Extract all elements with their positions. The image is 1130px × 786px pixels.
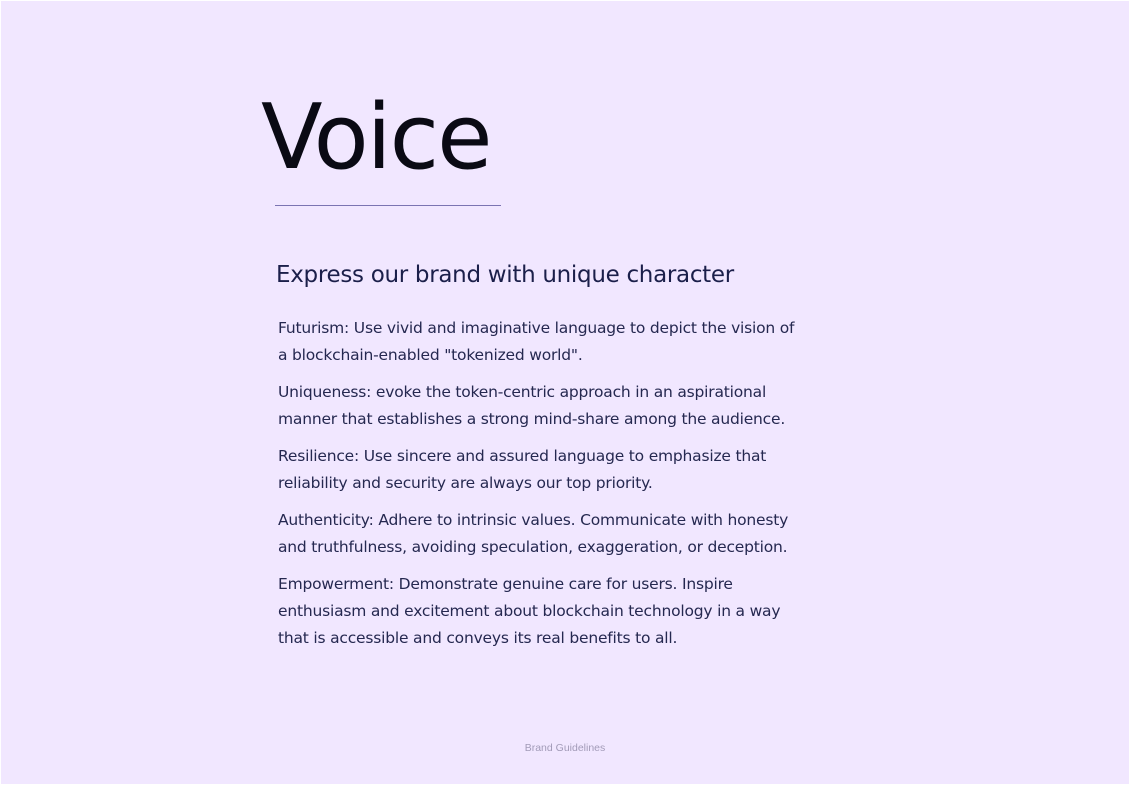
paragraph-resilience: Resilience: Use sincere and assured lang…	[278, 447, 767, 492]
page-title: Voice	[261, 85, 493, 190]
paragraph-futurism: Futurism: Use vivid and imaginative lang…	[278, 319, 795, 364]
section-subtitle: Express our brand with unique character	[276, 262, 734, 288]
body-text: Futurism: Use vivid and imaginative lang…	[278, 315, 798, 662]
paragraph-uniqueness: Uniqueness: evoke the token-centric appr…	[278, 383, 786, 428]
document-page: Voice Express our brand with unique char…	[1, 1, 1129, 784]
page-footer: Brand Guidelines	[524, 742, 606, 754]
paragraph-authenticity: Authenticity: Adhere to intrinsic values…	[278, 511, 789, 556]
title-divider	[275, 205, 501, 206]
paragraph-empowerment: Empowerment: Demonstrate genuine care fo…	[278, 575, 781, 647]
